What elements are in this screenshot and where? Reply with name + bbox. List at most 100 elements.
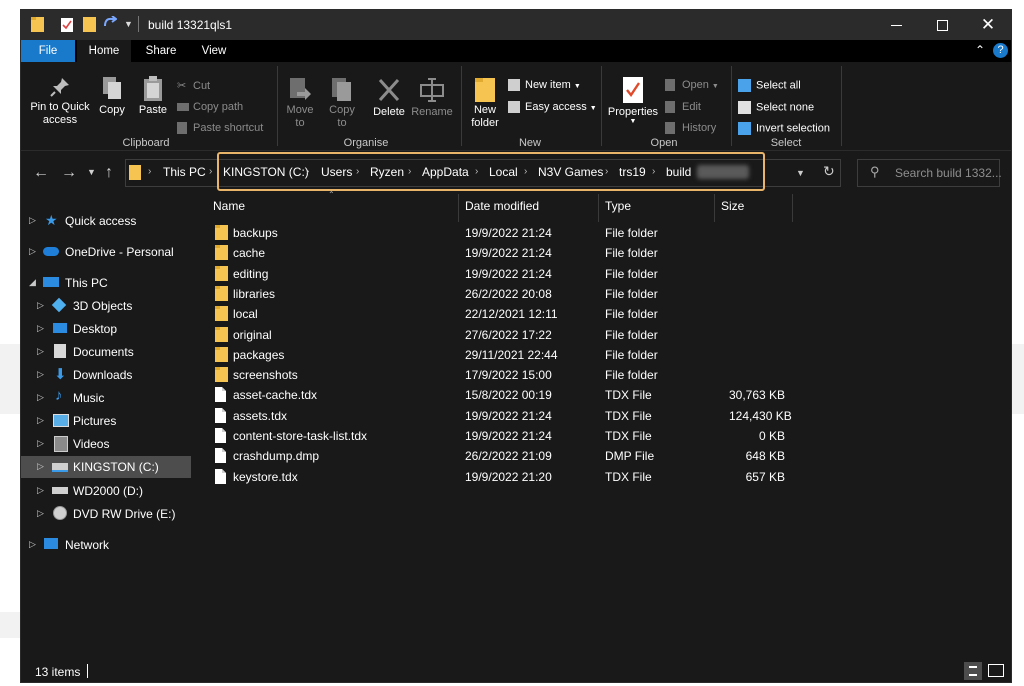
large-icons-view-icon[interactable] — [988, 664, 1004, 677]
nav-3d-objects[interactable]: ▷ 3D Objects — [21, 295, 191, 317]
customize-quick-access-icon[interactable]: ▼ — [124, 19, 133, 29]
paste-shortcut-button[interactable]: Paste shortcut — [177, 122, 263, 135]
file-date-modified: 19/9/2022 21:20 — [465, 469, 552, 484]
nav-downloads[interactable]: ▷ ⬇ Downloads — [21, 364, 191, 386]
select-all-button[interactable]: Select all — [738, 79, 801, 92]
nav-network[interactable]: ▷ Network — [21, 534, 191, 556]
minimize-button[interactable] — [873, 10, 919, 40]
table-row[interactable]: local 22/12/2021 12:11 File folder — [209, 304, 809, 324]
copy-to-button[interactable]: Copy to — [323, 76, 361, 130]
rename-button[interactable]: Rename — [409, 76, 455, 118]
chevron-right-icon[interactable]: ▷ — [37, 485, 44, 496]
column-separator[interactable] — [714, 194, 715, 222]
copy-path-button[interactable]: Copy path — [177, 101, 243, 113]
chevron-right-icon[interactable]: ▷ — [37, 508, 44, 519]
table-row[interactable]: assets.tdx 19/9/2022 21:24 TDX File 124,430… — [209, 406, 809, 426]
history-button[interactable]: History — [665, 122, 716, 135]
crumb-this-pc[interactable]: This PC — [163, 165, 206, 179]
column-date-modified[interactable]: Date modified — [465, 199, 539, 213]
edit-button[interactable]: Edit — [665, 101, 701, 114]
invert-selection-button[interactable]: Invert selection — [738, 122, 830, 135]
nav-kingston-c[interactable]: ▷ KINGSTON (C:) — [21, 456, 191, 478]
chevron-right-icon[interactable]: ▷ — [37, 438, 44, 449]
table-row[interactable]: content-store-task-list.tdx 19/9/2022 21:… — [209, 426, 809, 446]
close-button[interactable]: ✕ — [965, 10, 1011, 40]
chevron-right-icon[interactable]: ▷ — [37, 323, 44, 334]
table-row[interactable]: backups 19/9/2022 21:24 File folder — [209, 223, 809, 243]
nav-documents[interactable]: ▷ Documents — [21, 341, 191, 363]
refresh-icon[interactable]: ↻ — [823, 163, 835, 180]
nav-desktop[interactable]: ▷ Desktop — [21, 318, 191, 340]
recent-locations-chevron-icon[interactable]: ▼ — [87, 167, 96, 177]
chevron-down-icon[interactable]: ◢ — [29, 277, 36, 288]
table-row[interactable]: screenshots 17/9/2022 15:00 File folder — [209, 365, 809, 385]
ribbon-collapse-icon[interactable]: ⌃ — [975, 43, 985, 57]
table-row[interactable]: asset-cache.tdx 15/8/2022 00:19 TDX File 30… — [209, 385, 809, 405]
nav-this-pc[interactable]: ◢ This PC — [21, 272, 191, 294]
chevron-right-icon[interactable]: ▷ — [37, 300, 44, 311]
table-row[interactable]: original 27/6/2022 17:22 File folder — [209, 325, 809, 345]
open-button[interactable]: Open ▼ — [665, 79, 719, 92]
tab-view[interactable]: View — [191, 40, 237, 62]
delete-button[interactable]: Delete — [367, 76, 411, 118]
forward-arrow-icon[interactable]: → — [61, 164, 77, 182]
properties-quick-icon[interactable] — [61, 18, 73, 32]
nav-dvd-e[interactable]: ▷ DVD RW Drive (E:) — [21, 503, 191, 525]
chevron-right-icon[interactable]: ▷ — [29, 246, 36, 257]
nav-pictures[interactable]: ▷ Pictures — [21, 410, 191, 432]
column-type[interactable]: Type — [605, 199, 631, 213]
file-size: 648 KB — [745, 449, 785, 464]
chevron-right-icon[interactable]: ▷ — [37, 369, 44, 380]
chevron-right-icon[interactable]: ▷ — [37, 461, 44, 472]
nav-quick-access[interactable]: ▷ ★ Quick access — [21, 210, 191, 232]
nav-music[interactable]: ▷ ♪ Music — [21, 387, 191, 409]
chevron-right-icon[interactable]: ▷ — [37, 392, 44, 403]
tab-home[interactable]: Home — [77, 40, 131, 62]
nav-label: WD2000 (D:) — [73, 484, 144, 498]
pin-to-quick-access-button[interactable]: Pin to Quick access — [25, 78, 95, 135]
properties-button[interactable]: Properties ▼ — [605, 76, 661, 125]
details-view-icon[interactable] — [964, 662, 982, 680]
select-none-button[interactable]: Select none — [738, 101, 814, 114]
nav-videos[interactable]: ▷ Videos — [21, 433, 191, 455]
column-separator[interactable] — [458, 194, 459, 222]
address-history-chevron-icon[interactable]: ▼ — [796, 168, 805, 178]
table-row[interactable]: crashdump.dmp 26/2/2022 21:09 DMP File 648 … — [209, 446, 809, 466]
table-row[interactable]: libraries 26/2/2022 20:08 File folder — [209, 284, 809, 304]
tab-share[interactable]: Share — [135, 40, 187, 62]
column-name[interactable]: Name — [213, 199, 245, 213]
move-to-label: Move to — [286, 104, 314, 129]
chevron-right-icon[interactable]: ▷ — [37, 346, 44, 357]
undo-icon[interactable] — [103, 16, 117, 32]
file-icon — [215, 468, 226, 487]
chevron-right-icon[interactable]: ▷ — [29, 215, 36, 226]
star-icon: ★ — [45, 212, 58, 228]
file-date-modified: 19/9/2022 21:24 — [465, 246, 552, 261]
new-folder-button[interactable]: New folder — [465, 76, 505, 130]
table-row[interactable]: keystore.tdx 19/9/2022 21:20 TDX File 657 K… — [209, 467, 809, 487]
table-row[interactable]: editing 19/9/2022 21:24 File folder — [209, 264, 809, 284]
file-name: editing — [233, 266, 269, 281]
column-size[interactable]: Size — [721, 199, 744, 213]
table-row[interactable]: cache 19/9/2022 21:24 File folder — [209, 243, 809, 263]
cut-button[interactable]: ✂ Cut — [177, 79, 210, 92]
nav-wd2000-d[interactable]: ▷ WD2000 (D:) — [21, 480, 191, 502]
copy-button[interactable]: Copy — [95, 76, 129, 116]
easy-access-button[interactable]: Easy access ▼ — [508, 101, 597, 114]
tab-file[interactable]: File — [21, 40, 75, 62]
chevron-right-icon[interactable]: ▷ — [29, 539, 36, 550]
chevron-right-icon[interactable]: ▷ — [37, 415, 44, 426]
new-folder-quick-icon[interactable] — [83, 17, 97, 32]
up-arrow-icon[interactable]: ↑ — [105, 164, 113, 182]
maximize-button[interactable] — [919, 10, 965, 40]
back-arrow-icon[interactable]: ← — [33, 164, 49, 182]
nav-onedrive[interactable]: ▷ OneDrive - Personal — [21, 241, 191, 263]
move-to-button[interactable]: Move to — [281, 76, 319, 130]
column-separator[interactable] — [792, 194, 793, 222]
new-item-button[interactable]: New item ▼ — [508, 79, 581, 92]
column-separator[interactable] — [598, 194, 599, 222]
paste-button[interactable]: Paste — [135, 76, 171, 116]
edit-label: Edit — [682, 101, 701, 113]
help-icon[interactable]: ? — [993, 43, 1008, 58]
table-row[interactable]: packages 29/11/2021 22:44 File folder — [209, 345, 809, 365]
